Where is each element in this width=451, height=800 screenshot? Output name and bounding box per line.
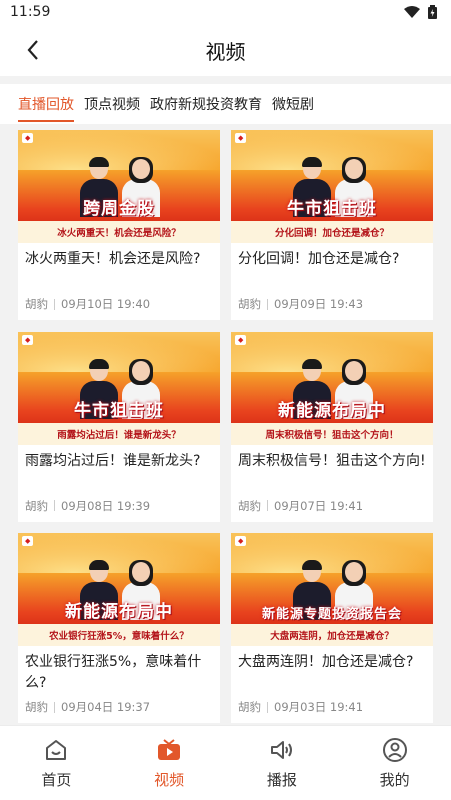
video-card[interactable]: ◆ 牛市狙击班 分化回调！加仓还是减仓？ 分化回调！加仓还是减仓? 胡豹 09月0… <box>231 130 433 320</box>
video-author: 胡豹 <box>238 700 261 715</box>
video-thumbnail: ◆ 新能源专题投资报告会 大盘两连阴，加仓还是减仓？ <box>231 533 433 647</box>
video-date: 09月07日 19:41 <box>274 498 364 513</box>
banner-subtitle: 雨露均沾过后！谁是新龙头？ <box>57 429 181 441</box>
video-card[interactable]: ◆ 跨周金股 冰火两重天！机会还是风险？ 冰火两重天！机会还是风险? 胡豹 09月… <box>18 130 220 320</box>
meta-divider <box>267 298 268 310</box>
video-meta: 胡豹 09月08日 19:39 <box>25 498 150 514</box>
video-title: 农业银行狂涨5%，意味着什么? <box>25 654 202 692</box>
meta-divider <box>54 298 55 310</box>
tab-micro-drama[interactable]: 微短剧 <box>272 86 314 122</box>
video-author: 胡豹 <box>25 498 48 513</box>
video-title: 冰火两重天！机会还是风险? <box>25 251 201 267</box>
video-date: 09月08日 19:39 <box>61 498 151 513</box>
video-thumbnail: ◆ 新能源布局中 农业银行狂涨5%，意味着什么？ <box>18 533 220 647</box>
video-date: 09月10日 19:40 <box>61 297 151 311</box>
banner-title: 牛市狙击班 <box>287 199 377 219</box>
banner-subtitle: 冰火两重天！机会还是风险？ <box>57 228 181 239</box>
video-title: 分化回调！加仓还是减仓? <box>238 251 400 267</box>
nav-profile[interactable]: 我的 <box>355 737 435 790</box>
back-arrow-icon[interactable] <box>22 38 46 62</box>
battery-icon <box>428 5 437 19</box>
banner-strip: 农业银行狂涨5%，意味着什么？ <box>18 624 220 647</box>
video-thumbnail: ◆ 牛市狙击班 雨露均沾过后！谁是新龙头？ <box>18 331 220 445</box>
meta-divider <box>54 500 55 512</box>
nav-home-label: 首页 <box>41 770 72 789</box>
banner-strip: 分化回调！加仓还是减仓？ <box>231 221 433 243</box>
video-author: 胡豹 <box>238 297 261 311</box>
banner-strip: 冰火两重天！机会还是风险？ <box>18 221 220 243</box>
video-meta: 胡豹 09月04日 19:37 <box>25 699 150 715</box>
nav-home[interactable]: 首页 <box>16 737 96 790</box>
video-card[interactable]: ◆ 新能源布局中 农业银行狂涨5%，意味着什么？ 农业银行狂涨5%，意味着什么?… <box>18 533 220 724</box>
video-card[interactable]: ◆ 牛市狙击班 雨露均沾过后！谁是新龙头？ 雨露均沾过后！谁是新龙头? 胡豹 09… <box>18 331 220 522</box>
banner-title: 新能源布局中 <box>65 602 173 623</box>
nav-profile-label: 我的 <box>379 770 410 789</box>
video-meta: 胡豹 09月09日 19:43 <box>238 296 363 312</box>
speaker-icon <box>270 740 292 759</box>
meta-divider <box>267 500 268 512</box>
status-bar: 11:59 <box>0 0 451 24</box>
brand-logo: ◆ <box>235 133 247 143</box>
nav-broadcast[interactable]: 播报 <box>242 737 322 790</box>
video-date: 09月03日 19:41 <box>274 700 364 715</box>
status-time: 11:59 <box>10 4 51 20</box>
video-author: 胡豹 <box>25 700 48 715</box>
video-thumbnail: ◆ 新能源布局中 周末积极信号！狙击这个方向！ <box>231 331 433 445</box>
video-card[interactable]: ◆ 新能源专题投资报告会 大盘两连阴，加仓还是减仓？ 大盘两连阴！加仓还是减仓?… <box>231 533 433 724</box>
meta-divider <box>267 701 268 713</box>
video-icon <box>158 738 181 760</box>
video-meta: 胡豹 09月03日 19:41 <box>238 699 363 715</box>
video-date: 09月04日 19:37 <box>61 700 151 715</box>
banner-strip: 雨露均沾过后！谁是新龙头？ <box>18 422 220 445</box>
video-meta: 胡豹 09月07日 19:41 <box>238 498 363 514</box>
video-thumbnail: ◆ 牛市狙击班 分化回调！加仓还是减仓？ <box>231 130 433 243</box>
banner-subtitle: 农业银行狂涨5%，意味着什么？ <box>49 631 189 643</box>
brand-logo: ◆ <box>22 334 34 345</box>
video-meta: 胡豹 09月10日 19:40 <box>25 296 150 312</box>
nav-broadcast-label: 播报 <box>266 770 297 789</box>
banner-strip: 大盘两连阴，加仓还是减仓？ <box>231 624 433 647</box>
video-thumbnail: ◆ 跨周金股 冰火两重天！机会还是风险？ <box>18 130 220 243</box>
meta-divider <box>54 701 55 713</box>
video-author: 胡豹 <box>25 297 48 311</box>
wifi-icon <box>404 6 420 18</box>
banner-strip: 周末积极信号！狙击这个方向！ <box>231 422 433 445</box>
status-icons <box>404 5 437 19</box>
banner-subtitle: 周末积极信号！狙击这个方向！ <box>265 429 399 441</box>
tab-top-videos[interactable]: 顶点视频 <box>84 86 140 122</box>
brand-logo: ◆ <box>235 334 247 345</box>
banner-subtitle: 分化回调！加仓还是减仓？ <box>274 228 389 239</box>
tab-regulation-education[interactable]: 政府新规投资教育 <box>150 86 262 122</box>
banner-subtitle: 大盘两连阴，加仓还是减仓？ <box>270 631 394 643</box>
banner-title: 新能源专题投资报告会 <box>261 607 403 623</box>
banner-title: 新能源布局中 <box>278 400 386 421</box>
bottom-nav: 首页 视频 播报 我的 <box>0 725 451 800</box>
video-grid: ◆ 跨周金股 冰火两重天！机会还是风险？ 冰火两重天！机会还是风险? 胡豹 09月… <box>18 130 433 725</box>
user-icon <box>382 737 407 762</box>
brand-logo: ◆ <box>235 536 247 547</box>
nav-video-label: 视频 <box>154 770 185 789</box>
video-title: 雨露均沾过后！谁是新龙头? <box>25 452 201 469</box>
video-title: 大盘两连阴！加仓还是减仓? <box>238 654 414 671</box>
category-tabs: 直播回放 顶点视频 政府新规投资教育 微短剧 <box>0 84 451 124</box>
brand-logo: ◆ <box>22 536 34 547</box>
video-title: 周末积极信号！狙击这个方向! <box>238 452 426 469</box>
banner-title: 牛市狙击班 <box>74 400 164 421</box>
banner-title: 跨周金股 <box>83 199 155 219</box>
app-header: 视频 <box>0 24 451 76</box>
home-icon <box>46 739 67 760</box>
nav-video[interactable]: 视频 <box>129 737 209 790</box>
video-date: 09月09日 19:43 <box>274 297 364 311</box>
page-title: 视频 <box>205 39 246 64</box>
video-card[interactable]: ◆ 新能源布局中 周末积极信号！狙击这个方向！ 周末积极信号！狙击这个方向! 胡… <box>231 331 433 522</box>
video-author: 胡豹 <box>238 498 261 513</box>
brand-logo: ◆ <box>22 133 34 143</box>
tab-live-replay[interactable]: 直播回放 <box>18 86 74 122</box>
